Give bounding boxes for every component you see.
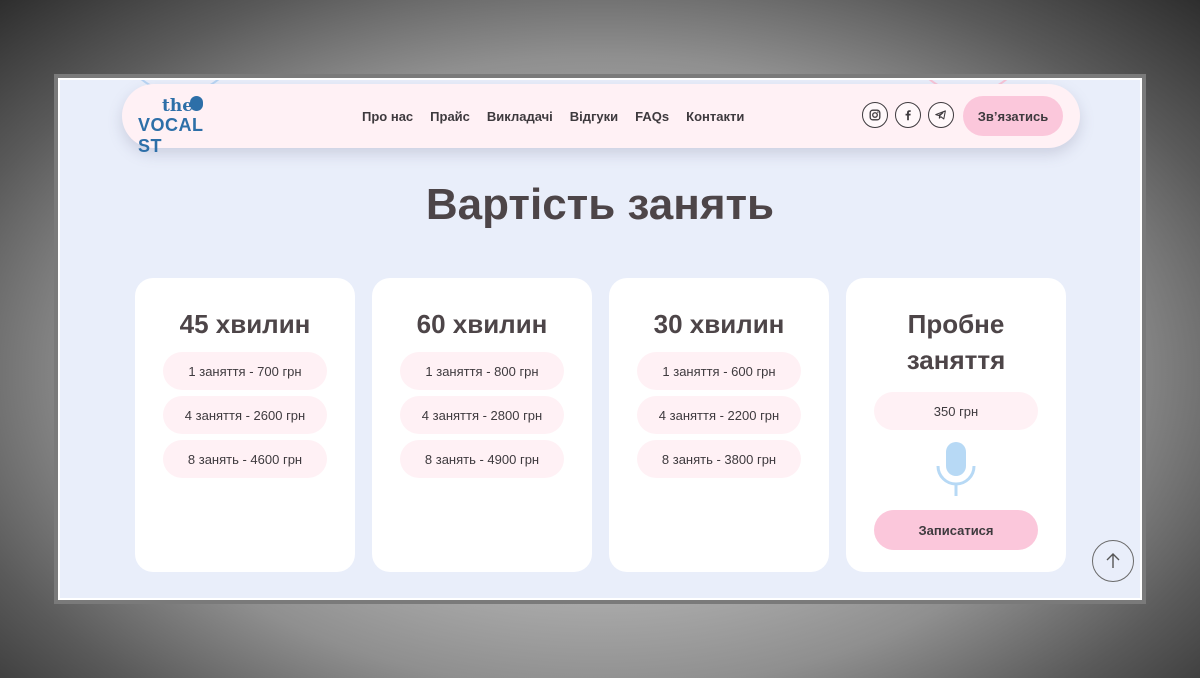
price-item: 4 заняття - 2800 грн <box>400 396 564 434</box>
price-item: 4 заняття - 2200 грн <box>637 396 801 434</box>
trial-title-line2: заняття <box>906 345 1006 375</box>
screen-frame: the VOCAL ST Про нас Прайс Викладачі Від… <box>54 74 1146 604</box>
facebook-icon <box>905 110 911 121</box>
price-item: 8 занять - 4600 грн <box>163 440 327 478</box>
price-list: 1 заняття - 700 грн 4 заняття - 2600 грн… <box>135 352 355 478</box>
contact-button[interactable]: Зв’язатись <box>963 96 1063 136</box>
instagram-icon <box>869 109 881 121</box>
nav-item-reviews[interactable]: Відгуки <box>570 109 618 124</box>
facebook-button[interactable] <box>895 102 921 128</box>
instagram-button[interactable] <box>862 102 888 128</box>
logo-text-bottom: VOCAL ST <box>138 115 204 156</box>
nav-item-teachers[interactable]: Викладачі <box>487 109 553 124</box>
page-title: Вартість занять <box>425 180 775 229</box>
site-header: the VOCAL ST Про нас Прайс Викладачі Від… <box>122 84 1080 156</box>
price-item: 4 заняття - 2600 грн <box>163 396 327 434</box>
nav-item-contacts[interactable]: Контакти <box>686 109 744 124</box>
price-item: 1 заняття - 700 грн <box>163 352 327 390</box>
logo-text-top: the <box>162 96 194 116</box>
price-item: 8 занять - 4900 грн <box>400 440 564 478</box>
nav-item-faqs[interactable]: FAQs <box>635 109 669 124</box>
price-list: 1 заняття - 600 грн 4 заняття - 2200 грн… <box>609 352 829 478</box>
plan-title: 45 хвилин <box>179 309 311 339</box>
trial-title-line1: Пробне <box>907 309 1005 339</box>
logo-mic-icon <box>190 96 203 111</box>
trial-card: Пробне заняття 350 грн Записатися <box>846 278 1066 572</box>
social-links <box>862 102 954 128</box>
price-item: 1 заняття - 600 грн <box>637 352 801 390</box>
price-item: 8 занять - 3800 грн <box>637 440 801 478</box>
telegram-icon <box>935 110 946 120</box>
nav-item-prices[interactable]: Прайс <box>430 109 470 124</box>
trial-title: Пробне заняття <box>846 306 1066 378</box>
arrow-up-icon <box>1106 553 1120 568</box>
vocalist-logo[interactable]: the VOCAL ST <box>138 94 228 156</box>
website-viewport: the VOCAL ST Про нас Прайс Викладачі Від… <box>58 78 1142 600</box>
telegram-button[interactable] <box>928 102 954 128</box>
nav-item-about[interactable]: Про нас <box>362 109 413 124</box>
plan-card-30: 30 хвилин 1 заняття - 600 грн 4 заняття … <box>609 278 829 572</box>
trial-price: 350 грн <box>874 392 1038 430</box>
signup-button[interactable]: Записатися <box>874 510 1038 550</box>
plan-card-45: 45 хвилин 1 заняття - 700 грн 4 заняття … <box>135 278 355 572</box>
microphone-icon <box>936 442 976 496</box>
plan-card-60: 60 хвилин 1 заняття - 800 грн 4 заняття … <box>372 278 592 572</box>
plan-title: 60 хвилин <box>416 309 548 339</box>
plan-title: 30 хвилин <box>653 309 785 339</box>
price-list: 1 заняття - 800 грн 4 заняття - 2800 грн… <box>372 352 592 478</box>
price-item: 1 заняття - 800 грн <box>400 352 564 390</box>
main-nav: Про нас Прайс Викладачі Відгуки FAQs Кон… <box>362 84 744 148</box>
scroll-to-top-button[interactable] <box>1092 540 1134 582</box>
